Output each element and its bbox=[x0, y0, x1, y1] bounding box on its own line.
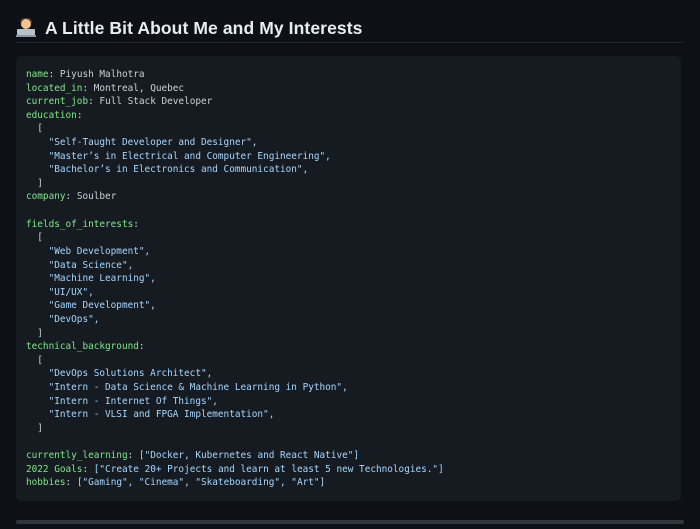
code-line-list-item: "Web Development", bbox=[48, 245, 151, 257]
yaml-code-block: name: Piyush Malhotra located_in: Montre… bbox=[16, 56, 681, 501]
code-line-close-bracket: ] bbox=[37, 327, 43, 339]
yaml-key: education bbox=[26, 109, 77, 121]
code-line-open-bracket: [ bbox=[37, 354, 43, 366]
code-line-job: current_job: Full Stack Developer bbox=[26, 96, 213, 108]
yaml-key: technical_background bbox=[26, 341, 139, 353]
yaml-value: ["Gaming", "Cinema", "Skateboarding", "A… bbox=[76, 477, 326, 489]
code-line-learning: currently_learning: ["Docker, Kubernetes… bbox=[26, 450, 360, 462]
code-line-close-bracket: ] bbox=[37, 177, 43, 189]
horizontal-scrollbar[interactable] bbox=[16, 520, 684, 524]
yaml-value: Montreal, Quebec bbox=[93, 82, 185, 94]
yaml-key: 2022 Goals bbox=[26, 463, 83, 475]
code-line-hobbies: hobbies: ["Gaming", "Cinema", "Skateboar… bbox=[26, 477, 326, 489]
code-line-name: name: Piyush Malhotra bbox=[26, 69, 145, 80]
code-line-list-item: "Intern - Data Science & Machine Learnin… bbox=[48, 382, 348, 394]
code-line-open-bracket: [ bbox=[37, 123, 43, 135]
code-line-company: company: Soulber bbox=[26, 191, 117, 203]
code-line-list-item: "Intern - VLSI and FPGA Implementation", bbox=[48, 409, 275, 421]
yaml-key: current_job bbox=[26, 96, 89, 108]
page-title: A Little Bit About Me and My Interests bbox=[45, 17, 363, 38]
code-line-list-item: "Game Development", bbox=[48, 300, 156, 312]
code-line-close-bracket: ] bbox=[37, 422, 43, 434]
code-line-list-item: "DevOps Solutions Architect", bbox=[48, 368, 213, 380]
code-line-list-item: "Bachelor’s in Electronics and Communica… bbox=[48, 164, 309, 176]
code-line-list-item: "Self-Taught Developer and Designer", bbox=[48, 137, 258, 149]
yaml-key: hobbies bbox=[26, 477, 66, 489]
yaml-key: company bbox=[26, 191, 66, 203]
yaml-value: Piyush Malhotra bbox=[59, 69, 145, 80]
yaml-value: ["Create 20+ Projects and learn at least… bbox=[93, 463, 444, 475]
code-line-list-item: "Machine Learning", bbox=[48, 273, 156, 285]
code-line-list-item: "UI/UX", bbox=[48, 286, 94, 298]
code-line-background: technical_background: bbox=[26, 341, 145, 353]
yaml-key: name bbox=[26, 69, 49, 80]
code-line-interests: fields_of_interests: bbox=[26, 218, 139, 230]
yaml-value: Full Stack Developer bbox=[99, 96, 213, 108]
code-line-goals: 2022 Goals: ["Create 20+ Projects and le… bbox=[26, 463, 444, 475]
yaml-value: Soulber bbox=[76, 191, 117, 203]
readme-heading: A Little Bit About Me and My Interests bbox=[16, 14, 684, 42]
code-line-list-item: "Intern - Internet Of Things", bbox=[48, 395, 218, 407]
heading-divider bbox=[16, 42, 684, 43]
yaml-key: located_in bbox=[26, 82, 83, 94]
yaml-key: currently_learning bbox=[26, 450, 128, 462]
code-line-list-item: "DevOps", bbox=[48, 313, 100, 325]
technologist-emoji-icon bbox=[16, 18, 36, 38]
code-line-located: located_in: Montreal, Quebec bbox=[26, 82, 185, 94]
code-line-education: education: bbox=[26, 109, 83, 121]
code-line-list-item: "Data Science", bbox=[48, 259, 134, 271]
yaml-value: ["Docker, Kubernetes and React Native"] bbox=[138, 450, 360, 462]
code-line-open-bracket: [ bbox=[37, 232, 43, 244]
yaml-key: fields_of_interests bbox=[26, 218, 134, 230]
code-line-list-item: "Master’s in Electrical and Computer Eng… bbox=[48, 150, 331, 162]
